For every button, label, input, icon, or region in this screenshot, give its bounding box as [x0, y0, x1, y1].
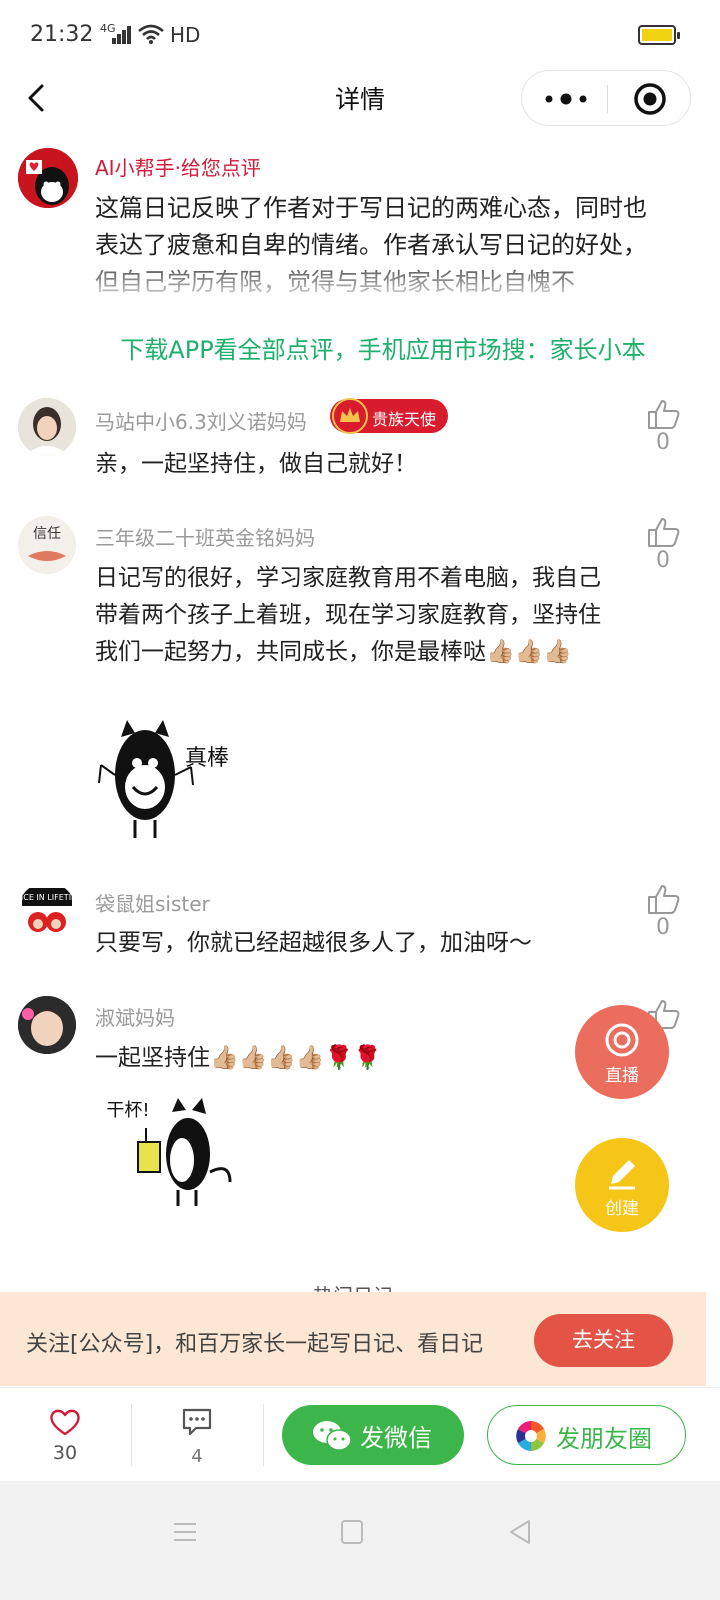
- svg-text:信任: 信任: [33, 526, 61, 542]
- comment-text: 日记写的很好，学习家庭教育用不着电脑，我自己带着两个孩子上着班，现在学习家庭教育…: [95, 565, 601, 665]
- download-app-link[interactable]: 下载APP看全部点评，手机应用市场搜：家长小本: [0, 330, 720, 365]
- avatar[interactable]: [18, 398, 76, 456]
- thumbs-up-icon[interactable]: [647, 398, 681, 430]
- wechat-icon: [313, 1421, 352, 1451]
- home-icon[interactable]: [341, 1520, 363, 1544]
- signal-icon: [112, 26, 132, 44]
- capsule-divider: [607, 85, 608, 113]
- crown-icon: [332, 398, 368, 434]
- ai-reviewer-name: AI小帮手·给您点评: [95, 156, 261, 180]
- network-label: HD: [170, 23, 201, 47]
- dog-thumbs-sticker: 真棒: [98, 720, 229, 838]
- moments-icon: [516, 1421, 546, 1451]
- like-total: 30: [52, 1442, 78, 1464]
- commenter-name[interactable]: 马站中小6.3刘义诺妈妈: [95, 406, 307, 435]
- thumbs-up-icon[interactable]: [647, 883, 681, 915]
- thumbs-up-icon[interactable]: [647, 516, 681, 548]
- comment-text: 亲，一起坚持住，做自己就好！: [95, 451, 417, 477]
- mini-program-capsule: [521, 70, 691, 126]
- live-button[interactable]: 直播: [575, 1005, 669, 1099]
- system-back-icon[interactable]: [507, 1518, 533, 1546]
- menu-icon[interactable]: [172, 1519, 198, 1545]
- pencil-icon: [609, 1160, 635, 1190]
- comment-text: 一起坚持住👍🏼👍🏼👍🏼👍🏼🌹🌹: [95, 1045, 382, 1071]
- status-badge: 贵族天使: [330, 398, 448, 434]
- share-wechat-button[interactable]: 发微信: [282, 1405, 464, 1465]
- share-wechat-label: 发微信: [360, 1424, 432, 1452]
- divider: [131, 1404, 132, 1466]
- share-moments-label: 发朋友圈: [556, 1425, 652, 1453]
- comment-icon[interactable]: [180, 1406, 214, 1438]
- create-label: 创建: [605, 1199, 639, 1219]
- avatar[interactable]: [18, 996, 76, 1054]
- wifi-icon: [138, 24, 164, 44]
- follow-button[interactable]: 去关注: [534, 1314, 673, 1367]
- follow-banner: 关注[公众号]，和百万家长一起写日记、看日记 去关注: [0, 1292, 706, 1386]
- battery-icon: [638, 25, 680, 45]
- divider: [263, 1404, 264, 1466]
- sticker-text: 干杯!: [106, 1100, 149, 1121]
- comment-text: 只要写，你就已经超越很多人了，加油呀～: [95, 930, 532, 956]
- dog-cheers-sticker: 干杯!: [106, 1098, 232, 1206]
- ai-review-fade: [90, 255, 680, 303]
- status-bar: 21:32 4G HD: [0, 0, 720, 70]
- close-target-icon[interactable]: [632, 81, 668, 117]
- avatar[interactable]: 信任: [18, 516, 76, 574]
- like-count: 0: [656, 548, 670, 573]
- badge-label: 贵族天使: [372, 410, 437, 429]
- commenter-name[interactable]: 袋鼠姐sister: [95, 888, 210, 917]
- navigation-bar: 详情: [0, 70, 720, 126]
- ai-avatar: [18, 148, 78, 208]
- commenter-name[interactable]: 淑斌妈妈: [95, 1002, 175, 1031]
- bottom-action-bar: 30 4 发微信 发朋友圈: [0, 1387, 720, 1481]
- commenter-name[interactable]: 三年级二十班英金铭妈妈: [95, 522, 315, 551]
- heart-icon[interactable]: [49, 1408, 81, 1436]
- status-time: 21:32: [30, 22, 94, 47]
- follow-text: 关注[公众号]，和百万家长一起写日记、看日记: [26, 1332, 484, 1357]
- create-button[interactable]: 创建: [575, 1138, 669, 1232]
- like-count: 0: [656, 915, 670, 940]
- system-navigation-bar: [0, 1481, 720, 1600]
- avatar[interactable]: ONCE IN LIFETIME: [18, 882, 76, 940]
- svg-text:ONCE IN LIFETIME: ONCE IN LIFETIME: [18, 893, 76, 902]
- more-icon[interactable]: [542, 89, 590, 109]
- comment-total: 4: [191, 1446, 203, 1467]
- share-moments-button[interactable]: 发朋友圈: [487, 1405, 686, 1465]
- live-icon: [605, 1023, 639, 1057]
- live-label: 直播: [605, 1066, 639, 1086]
- like-count: 0: [656, 430, 670, 455]
- sticker-text: 真棒: [185, 746, 229, 771]
